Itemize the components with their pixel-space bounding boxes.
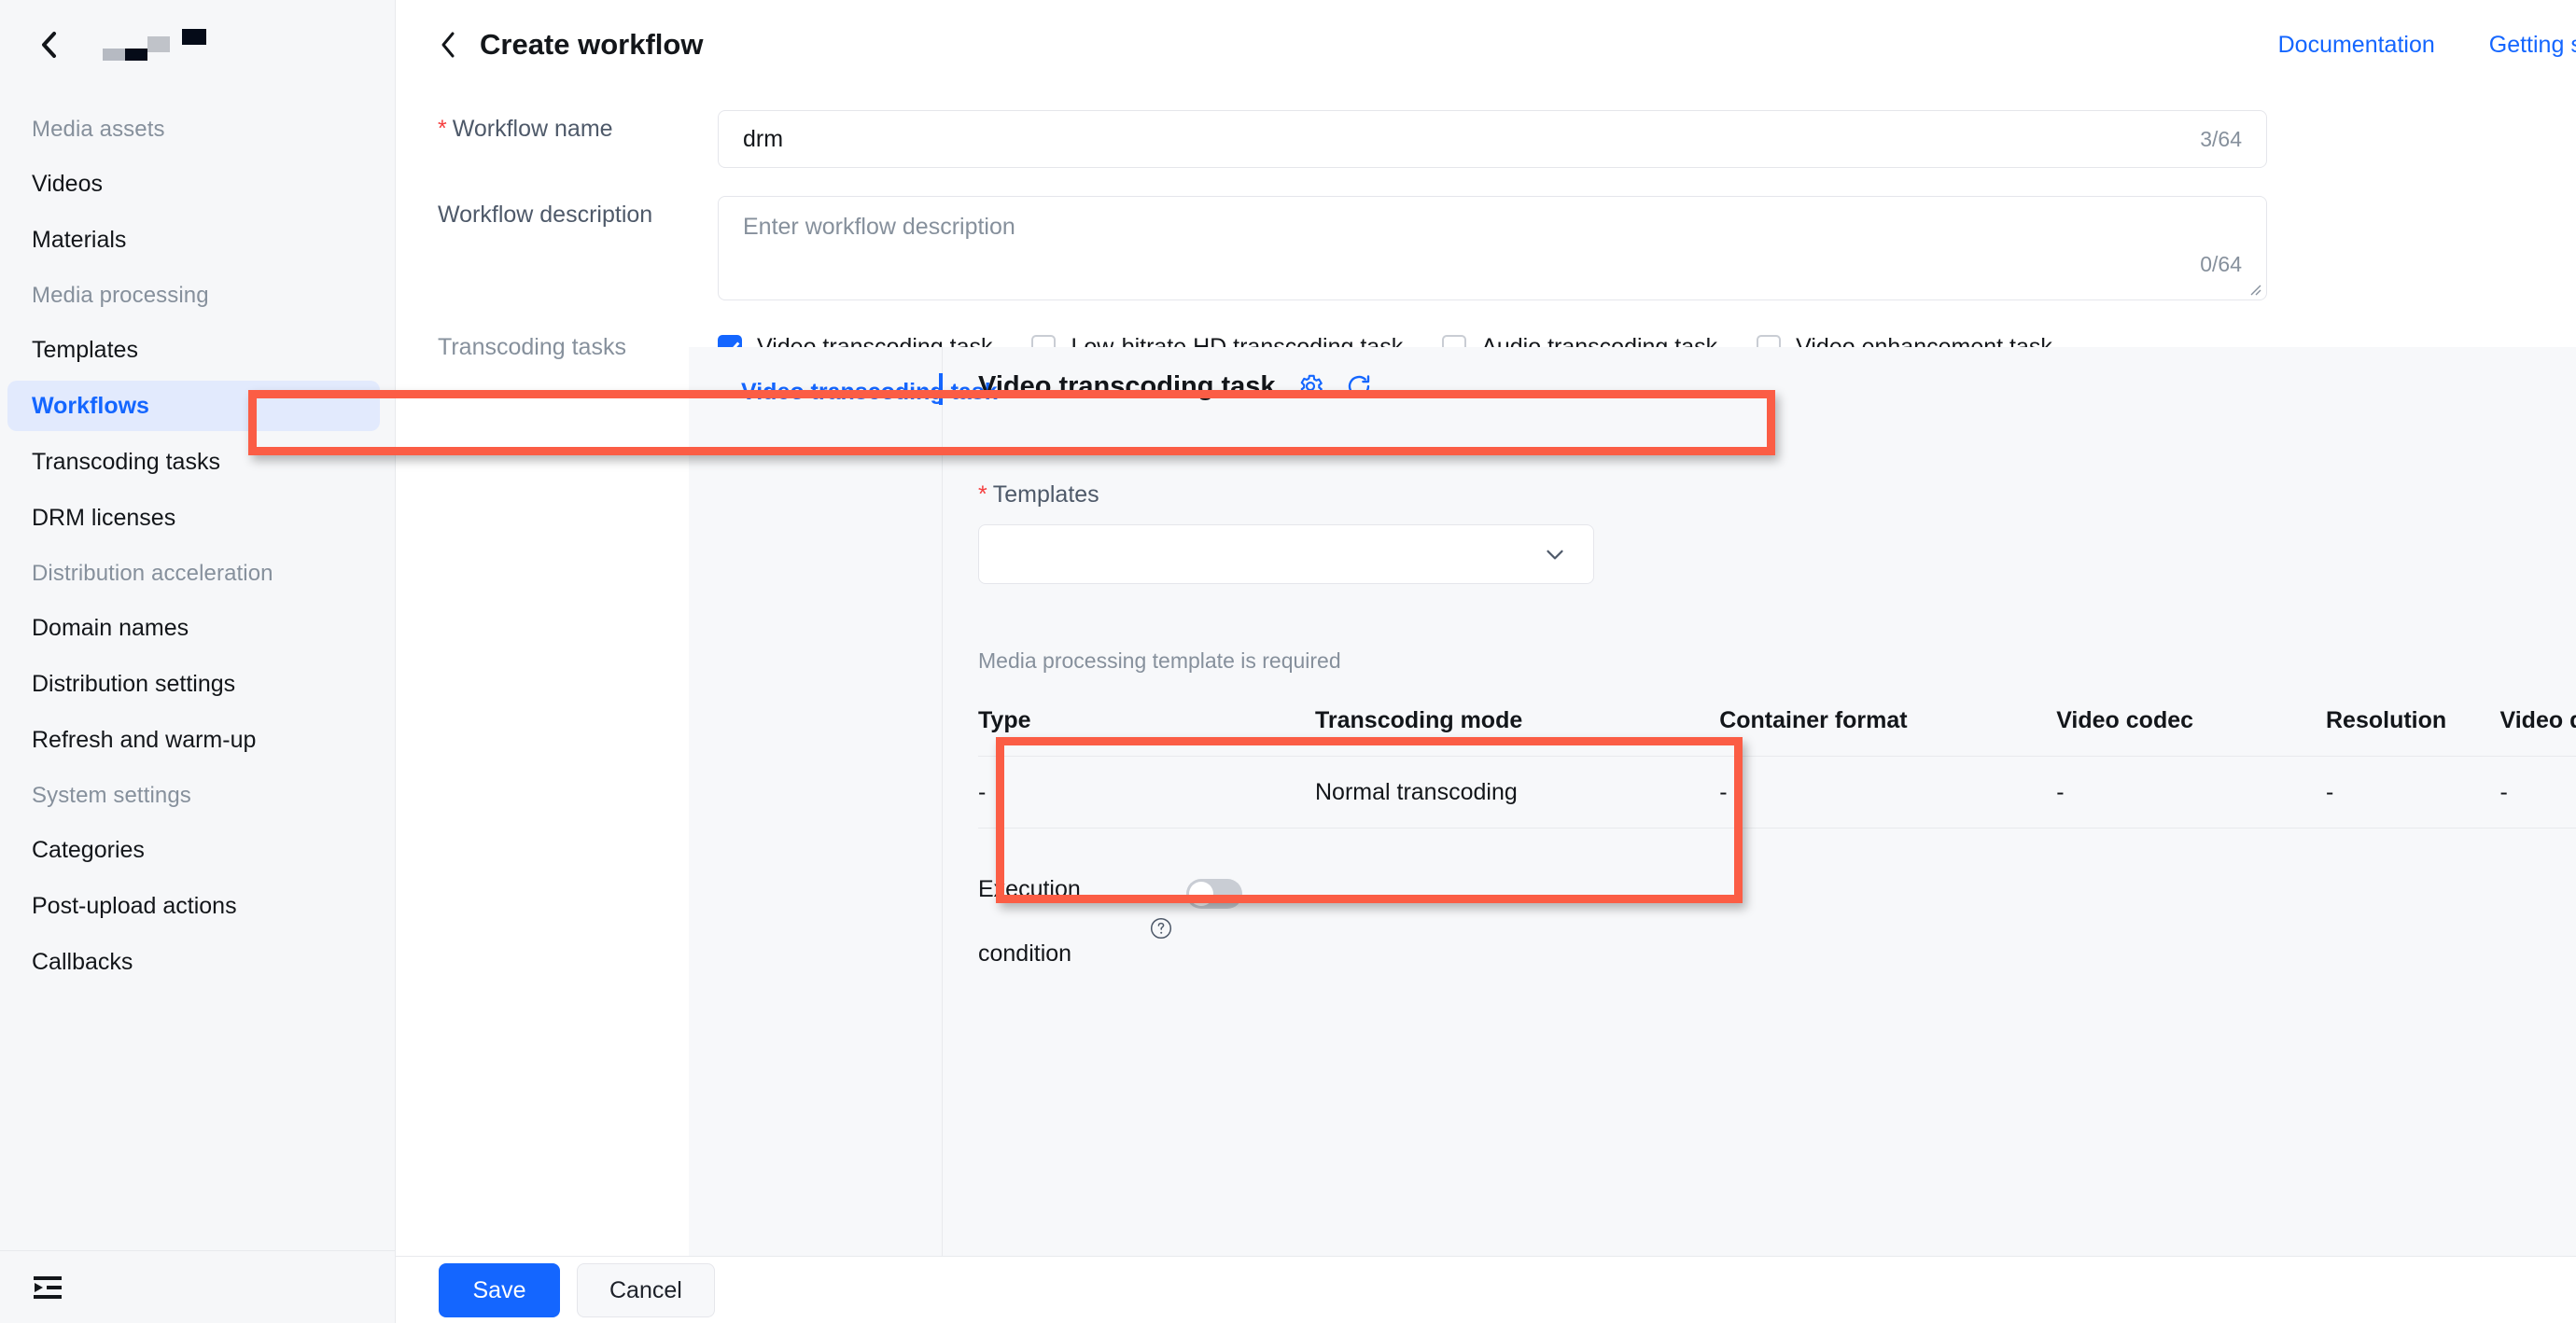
task-config-card: Video transcoding task Video transcoding… [689,347,2576,1256]
execution-condition-toggle[interactable] [1186,879,1242,909]
sidebar: Media assets Videos Materials Media proc… [0,0,396,1323]
main-content: Create workflow Documentation Getting st… [396,0,2576,1323]
templates-label-text: Templates [992,481,1099,508]
workflow-name-counter: 3/64 [2200,127,2242,151]
workflow-name-label-text: Workflow name [452,116,613,142]
sidebar-group-label: System settings [32,783,191,808]
templates-field: * Templates [978,480,1594,584]
templates-error-message: Media processing template is required [978,648,1341,673]
sidebar-group-system-settings: System settings Categories Post-upload a… [0,771,395,987]
transcoding-tasks-label: Transcoding tasks [438,334,626,360]
table-col-video-codec: Video codec [2056,685,2326,757]
table-cell-video-quality: - [2499,756,2576,829]
sidebar-back-icon[interactable] [34,29,65,61]
topbar-links: Documentation Getting star [2278,0,2576,90]
workflow-name-value: drm [743,126,784,152]
task-panel: Video transcoding task * Templates Media… [943,347,2576,1256]
table-col-video-quality: Video quality [2499,685,2576,757]
workflow-name-label: * Workflow name [396,110,718,147]
refresh-icon[interactable] [1345,372,1373,400]
execution-condition-label: Execution condition [978,871,1118,971]
sidebar-group-distribution-acceleration: Distribution acceleration Domain names D… [0,549,395,765]
brand-logo [103,29,206,61]
collapse-sidebar-icon[interactable] [32,1274,63,1301]
topbar: Create workflow Documentation Getting st… [396,0,2576,90]
workflow-description-counter: 0/64 [2200,252,2242,276]
templates-select[interactable] [978,524,1594,584]
table-col-type: Type [978,685,1315,757]
chevron-down-icon[interactable] [1541,540,1569,568]
sidebar-item-distribution-settings[interactable]: Distribution settings [0,659,380,709]
sidebar-item-templates[interactable]: Templates [0,325,380,375]
workflow-description-label: Workflow description [438,202,653,228]
table-col-transcoding-mode: Transcoding mode [1315,685,1720,757]
sidebar-item-post-upload-actions[interactable]: Post-upload actions [0,881,380,931]
sidebar-group-label: Media assets [32,117,165,142]
table-header-row: Type Transcoding mode Container format V… [978,685,2576,757]
task-tab-video-transcoding-task[interactable]: Video transcoding task [689,368,998,416]
table-row: - Normal transcoding - - - - [978,756,2576,829]
sidebar-item-drm-licenses[interactable]: DRM licenses [0,493,380,543]
table-col-resolution: Resolution [2326,685,2500,757]
sidebar-footer [0,1250,396,1323]
question-circle-icon[interactable] [1149,916,1173,940]
table-cell-type: - [978,756,1315,829]
template-preview-table: Type Transcoding mode Container format V… [978,685,2576,829]
textarea-resize-grip[interactable] [2247,281,2261,296]
workflow-description-control: Enter workflow description 0/64 [718,196,2267,300]
table-col-container-format: Container format [1719,685,2057,757]
documentation-link[interactable]: Documentation [2278,31,2435,59]
form-row-workflow-description: Workflow description Enter workflow desc… [396,196,2576,300]
task-tab-list: Video transcoding task [689,347,998,1256]
sidebar-item-categories[interactable]: Categories [0,825,380,875]
page-back-icon[interactable] [439,31,463,59]
sidebar-item-transcoding-tasks[interactable]: Transcoding tasks [0,437,380,487]
table-cell-video-codec: - [2056,756,2326,829]
execution-condition-label-line1: Execution [978,876,1081,902]
form-footer: Save Cancel [396,1256,2576,1323]
page-title: Create workflow [480,28,704,61]
workflow-name-control: drm 3/64 [718,110,2267,168]
workflow-name-input[interactable]: drm 3/64 [718,110,2267,168]
table-cell-resolution: - [2326,756,2500,829]
table-cell-container-format: - [1719,756,2057,829]
sidebar-item-domain-names[interactable]: Domain names [0,603,380,653]
sidebar-item-materials[interactable]: Materials [0,215,380,265]
sidebar-group-label: Distribution acceleration [32,561,273,586]
sidebar-group-media-processing: Media processing Templates Workflows Tra… [0,271,395,543]
sidebar-group-media-assets: Media assets Videos Materials [0,104,395,265]
sidebar-nav: Media assets Videos Materials Media proc… [0,90,395,987]
sidebar-item-refresh-and-warm-up[interactable]: Refresh and warm-up [0,715,380,765]
sidebar-item-workflows[interactable]: Workflows [7,381,380,431]
sidebar-group-label: Media processing [32,283,209,308]
form-row-workflow-name: * Workflow name drm 3/64 [396,110,2576,168]
workflow-description-input[interactable]: Enter workflow description 0/64 [718,196,2267,300]
toggle-knob [1189,882,1213,906]
save-button[interactable]: Save [439,1262,560,1317]
required-asterisk: * [438,116,447,142]
sidebar-item-videos[interactable]: Videos [0,159,380,209]
topbar-left: Create workflow [439,27,703,63]
sidebar-header [0,0,395,90]
cancel-button[interactable]: Cancel [577,1262,715,1317]
gear-icon[interactable] [1296,372,1324,400]
workflow-description-placeholder: Enter workflow description [743,214,1015,240]
table-cell-transcoding-mode: Normal transcoding [1315,756,1720,829]
required-asterisk: * [978,481,987,508]
templates-label: * Templates [978,480,1594,509]
execution-condition-label-line2: condition [978,940,1072,967]
app-root: Media assets Videos Materials Media proc… [0,0,2576,1323]
task-panel-title: Video transcoding task [978,371,1276,401]
getting-started-link[interactable]: Getting star [2489,31,2576,59]
sidebar-item-callbacks[interactable]: Callbacks [0,937,380,987]
task-panel-header: Video transcoding task [978,369,2576,403]
